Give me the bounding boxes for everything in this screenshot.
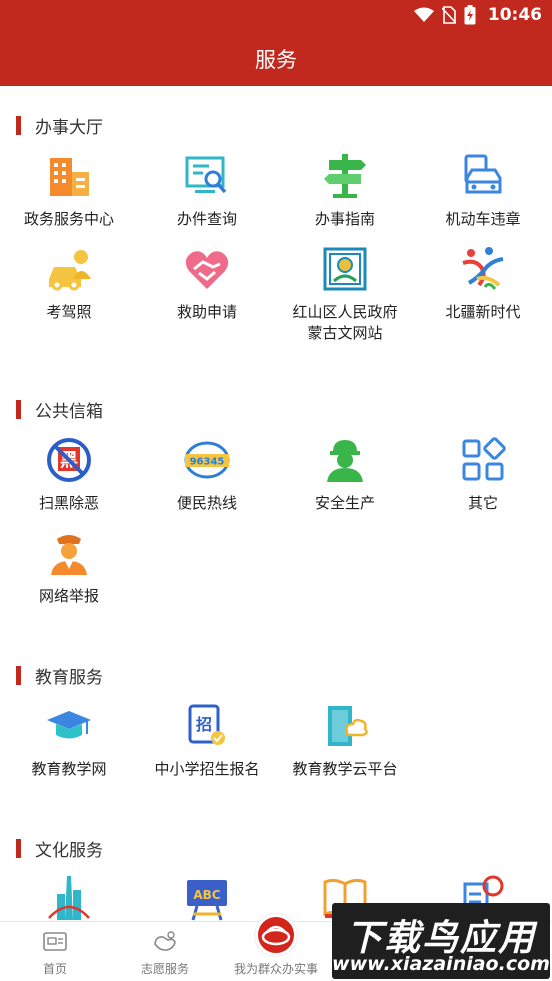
tab-home[interactable]: 首页: [0, 922, 110, 981]
service-list[interactable]: 办事大厅 政务服务中心 办件查询 办事指南 机动车违章 考驾照 救助申请 红山区…: [0, 86, 552, 921]
cloud-book-icon: [328, 706, 368, 746]
heart-handshake-icon: [185, 251, 229, 289]
tile-label: 考驾照: [46, 303, 92, 321]
section-marker: [16, 116, 21, 135]
police-officer-icon: [51, 535, 87, 575]
tile-label: 救助申请: [176, 303, 237, 321]
tile-label: 教育教学网: [31, 760, 107, 778]
tile-relief-application[interactable]: 救助申请: [138, 245, 276, 335]
tile-label: 便民热线: [176, 494, 237, 512]
car-violation-icon: [464, 154, 502, 194]
section-marker: [16, 839, 21, 858]
graduation-cap-icon: [47, 711, 91, 739]
section-title: 教育服务: [35, 668, 103, 688]
watermark-url-text: www.xiazainiao.com: [332, 953, 550, 975]
section-header-public-mailbox: 公共信箱: [16, 397, 103, 422]
signpost-icon: [324, 154, 366, 198]
tile-mongolian-website[interactable]: 红山区人民政府 蒙古文网站: [276, 245, 414, 342]
ribbon-figures-icon: [462, 247, 504, 290]
emblem-icon: [255, 914, 297, 956]
tile-education-cloud-platform[interactable]: 教育教学云平台: [276, 702, 414, 792]
tile-label: 红山区人民政府 蒙古文网站: [292, 303, 398, 342]
enrollment-badge-icon: 招: [188, 704, 225, 745]
city-tower-icon: [48, 876, 90, 920]
tile-label: 办件查询: [176, 210, 237, 228]
tile-school-enrollment[interactable]: 招 中小学招生报名: [138, 702, 276, 792]
tile-vehicle-violation[interactable]: 机动车违章: [414, 152, 552, 242]
abc-text: ABC: [193, 888, 220, 902]
tile-culture-1[interactable]: [0, 874, 138, 921]
svg-text:96345: 96345: [190, 457, 225, 468]
government-building-icon: [50, 158, 89, 196]
anti-crime-icon: 黑: [47, 438, 91, 482]
section-marker: [16, 400, 21, 419]
safety-worker-icon: [327, 440, 363, 482]
tab-label: 我为群众办实事: [233, 962, 318, 976]
tab-label: 志愿服务: [140, 962, 189, 976]
tab-volunteer[interactable]: 志愿服务: [110, 922, 220, 981]
tile-hotline[interactable]: 96345 便民热线: [138, 436, 276, 526]
tile-government-service-center[interactable]: 政务服务中心: [0, 152, 138, 242]
section-header-culture: 文化服务: [16, 836, 103, 861]
tile-label: 扫黑除恶: [38, 494, 99, 512]
section-header-office-hall: 办事大厅: [16, 113, 103, 138]
tile-driving-license[interactable]: 考驾照: [0, 245, 138, 335]
tile-label: 安全生产: [314, 494, 375, 512]
status-time: 10:46: [487, 5, 542, 25]
grid-other-icon: [462, 437, 506, 481]
home-card-icon: [43, 932, 67, 951]
tile-label: 北疆新时代: [445, 303, 521, 321]
tile-online-report[interactable]: 网络举报: [0, 529, 138, 619]
no-sim-icon: [441, 6, 456, 24]
tile-north-frontier-new-era[interactable]: 北疆新时代: [414, 245, 552, 335]
volunteer-hands-icon: [154, 931, 176, 951]
watermark-logo: 下载鸟应用 www.xiazainiao.com: [332, 903, 550, 979]
tile-culture-2[interactable]: ABC: [138, 874, 276, 921]
tab-serve-people[interactable]: 我为群众办实事: [221, 914, 331, 981]
svg-text:招: 招: [196, 715, 212, 734]
tile-service-guide[interactable]: 办事指南: [276, 152, 414, 242]
tile-education-website[interactable]: 教育教学网: [0, 702, 138, 792]
tile-label: 其它: [467, 494, 498, 512]
hotline-96345-icon: 96345: [184, 441, 230, 479]
tile-label: 机动车违章: [445, 210, 521, 228]
section-marker: [16, 666, 21, 685]
section-title: 文化服务: [35, 841, 103, 861]
tile-safety-production[interactable]: 安全生产: [276, 436, 414, 526]
tile-label: 教育教学云平台: [292, 760, 398, 778]
document-search-icon: [185, 156, 227, 194]
tile-label: 中小学招生报名: [154, 760, 260, 778]
tile-anti-crime[interactable]: 黑 扫黑除恶: [0, 436, 138, 526]
tab-label: 首页: [42, 962, 67, 976]
tile-label: 政务服务中心: [23, 210, 114, 228]
abc-board-icon: ABC: [187, 880, 227, 921]
battery-charging-icon: [464, 5, 476, 25]
tile-case-query[interactable]: 办件查询: [138, 152, 276, 242]
tile-label: 网络举报: [38, 587, 99, 605]
page-title: 服务: [255, 48, 297, 72]
tile-label: 办事指南: [314, 210, 375, 228]
tile-other[interactable]: 其它: [414, 436, 552, 526]
wifi-icon: [413, 7, 434, 22]
section-header-education: 教育服务: [16, 663, 103, 688]
app-header: 10:46 服务: [0, 0, 552, 86]
driving-license-icon: [49, 250, 91, 291]
status-bar: 10:46: [0, 0, 552, 32]
section-title: 公共信箱: [35, 402, 103, 422]
mongolian-emblem-icon: [323, 247, 367, 291]
section-title: 办事大厅: [35, 118, 103, 138]
